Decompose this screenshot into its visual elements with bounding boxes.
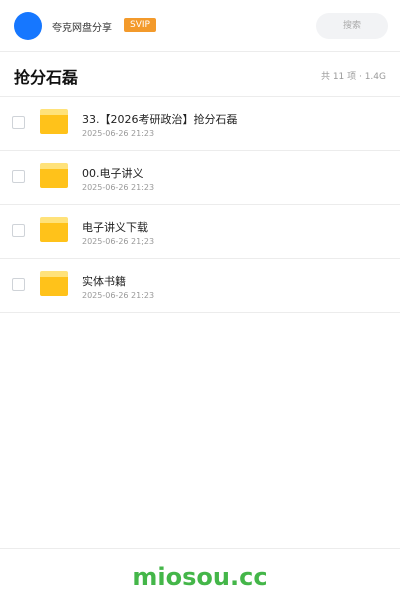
- file-date: 2025-06-26 21:23: [82, 291, 155, 300]
- folder-title: 抢分石磊: [14, 68, 79, 87]
- file-date: 2025-06-26 21;23: [82, 237, 155, 246]
- file-name[interactable]: 实体书籍: [82, 273, 126, 289]
- file-row[interactable]: 33.【2026考研政治】抢分石磊 2025-06-26 21:23: [0, 97, 400, 151]
- file-date: 2025-06-26 21:23: [82, 183, 155, 192]
- file-row[interactable]: 实体书籍 2025-06-26 21:23: [0, 259, 400, 313]
- user-avatar[interactable]: [14, 12, 42, 40]
- folder-icon: [40, 217, 68, 242]
- select-checkbox[interactable]: [12, 116, 25, 129]
- select-checkbox[interactable]: [12, 224, 25, 237]
- file-row[interactable]: 电子讲义下载 2025-06-26 21;23: [0, 205, 400, 259]
- folder-icon: [40, 271, 68, 296]
- folder-icon: [40, 109, 68, 134]
- select-checkbox[interactable]: [12, 170, 25, 183]
- svip-badge: SVIP: [124, 18, 156, 32]
- folder-icon: [40, 163, 68, 188]
- file-name[interactable]: 00.电子讲义: [82, 165, 144, 181]
- file-list: 33.【2026考研政治】抢分石磊 2025-06-26 21:23 00.电子…: [0, 97, 400, 313]
- file-row[interactable]: 00.电子讲义 2025-06-26 21:23: [0, 151, 400, 205]
- search-input[interactable]: 搜索: [316, 13, 388, 39]
- app-name: 夸克网盘分享: [52, 23, 112, 34]
- file-date: 2025-06-26 21:23: [82, 129, 155, 138]
- footer: miosou.cc: [0, 548, 400, 600]
- file-name[interactable]: 33.【2026考研政治】抢分石磊: [82, 111, 238, 127]
- folder-summary: 共 11 项 · 1.4G: [320, 72, 386, 82]
- file-name[interactable]: 电子讲义下载: [82, 219, 148, 235]
- top-bar: 夸克网盘分享 SVIP 搜索: [0, 0, 400, 52]
- footer-brand[interactable]: miosou.cc: [0, 563, 400, 591]
- select-checkbox[interactable]: [12, 278, 25, 291]
